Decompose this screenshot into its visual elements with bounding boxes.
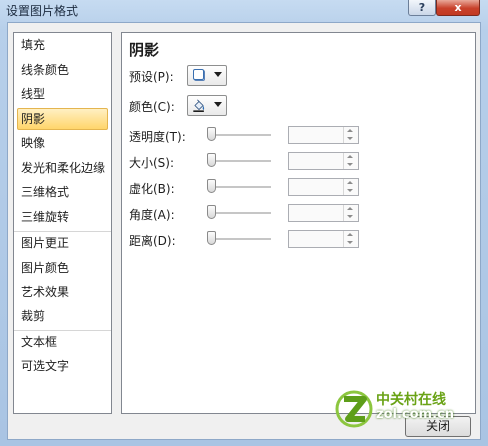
- transparency-slider[interactable]: [207, 127, 271, 143]
- slider-thumb[interactable]: [207, 127, 216, 141]
- color-label: 颜色(C):: [129, 100, 175, 114]
- title-close-button[interactable]: x: [436, 0, 480, 16]
- nav-item-crop[interactable]: 裁剪: [17, 305, 108, 327]
- size-slider[interactable]: [207, 153, 271, 169]
- nav-item-3d-rotation[interactable]: 三维旋转: [17, 206, 108, 228]
- dropdown-arrow-icon: [214, 102, 222, 107]
- spin-down-button[interactable]: [344, 161, 358, 169]
- slider-track: [207, 160, 271, 163]
- watermark-name: 中关村在线: [376, 392, 446, 408]
- arrow-up-icon: [347, 129, 353, 132]
- distance-label: 距离(D):: [129, 234, 176, 248]
- blur-slider[interactable]: [207, 179, 271, 195]
- color-dropdown[interactable]: [187, 95, 227, 116]
- distance-spinner[interactable]: [288, 230, 359, 248]
- help-icon: ?: [418, 1, 426, 14]
- slider-track: [207, 212, 271, 215]
- arrow-up-icon: [347, 207, 353, 210]
- slider-track: [207, 238, 271, 241]
- nav-item-text-box[interactable]: 文本框: [17, 331, 108, 353]
- dialog-title: 设置图片格式: [6, 4, 79, 18]
- spin-up-button[interactable]: [344, 179, 358, 187]
- slider-thumb[interactable]: [207, 179, 216, 193]
- spin-down-button[interactable]: [344, 187, 358, 195]
- arrow-down-icon: [347, 241, 353, 244]
- arrow-down-icon: [347, 163, 353, 166]
- panel-title: 阴影: [129, 41, 160, 59]
- arrow-down-icon: [347, 215, 353, 218]
- slider-thumb[interactable]: [207, 153, 216, 167]
- title-bar[interactable]: 设置图片格式 ? x: [0, 0, 488, 22]
- arrow-down-icon: [347, 137, 353, 140]
- shadow-settings-panel: 阴影 预设(P): 颜色(C): 透明度(T): 大小(S): 虚化(B): 角…: [121, 32, 476, 414]
- size-label: 大小(S):: [129, 156, 175, 170]
- angle-slider[interactable]: [207, 205, 271, 221]
- size-spinner[interactable]: [288, 152, 359, 170]
- blur-label: 虚化(B):: [129, 182, 175, 196]
- preset-dropdown[interactable]: [187, 65, 227, 86]
- spin-down-button[interactable]: [344, 239, 358, 247]
- transparency-label: 透明度(T):: [129, 130, 186, 144]
- spin-up-button[interactable]: [344, 205, 358, 213]
- distance-slider[interactable]: [207, 231, 271, 247]
- spin-up-button[interactable]: [344, 231, 358, 239]
- nav-item-picture-color[interactable]: 图片颜色: [17, 257, 108, 279]
- format-picture-dialog: 设置图片格式 ? x 填充 线条颜色 线型 阴影 映像 发光和柔化边缘 三维格式…: [0, 0, 488, 446]
- slider-thumb[interactable]: [207, 205, 216, 219]
- nav-item-fill[interactable]: 填充: [17, 34, 108, 56]
- close-icon: x: [454, 1, 462, 14]
- nav-item-line-style[interactable]: 线型: [17, 83, 108, 105]
- slider-track: [207, 186, 271, 189]
- watermark: 中关村在线 zol.com.cn: [330, 386, 454, 432]
- spin-down-button[interactable]: [344, 213, 358, 221]
- spin-down-button[interactable]: [344, 135, 358, 143]
- transparency-spinner[interactable]: [288, 126, 359, 144]
- arrow-down-icon: [347, 189, 353, 192]
- nav-item-glow-soft-edges[interactable]: 发光和柔化边缘: [17, 157, 108, 179]
- nav-item-picture-corrections[interactable]: 图片更正: [17, 232, 108, 254]
- nav-item-3d-format[interactable]: 三维格式: [17, 181, 108, 203]
- dialog-body: 填充 线条颜色 线型 阴影 映像 发光和柔化边缘 三维格式 三维旋转 图片更正 …: [7, 22, 481, 440]
- spin-up-button[interactable]: [344, 127, 358, 135]
- nav-item-artistic-effects[interactable]: 艺术效果: [17, 281, 108, 303]
- preset-label: 预设(P):: [129, 70, 174, 84]
- slider-track: [207, 134, 271, 137]
- nav-item-shadow[interactable]: 阴影: [17, 108, 108, 130]
- slider-thumb[interactable]: [207, 231, 216, 245]
- angle-label: 角度(A):: [129, 208, 175, 222]
- dropdown-arrow-icon: [214, 72, 222, 77]
- arrow-up-icon: [347, 181, 353, 184]
- watermark-domain: zol.com.cn: [376, 407, 454, 422]
- help-button[interactable]: ?: [408, 0, 436, 16]
- paint-bucket-icon: [193, 99, 205, 112]
- arrow-up-icon: [347, 155, 353, 158]
- arrow-up-icon: [347, 233, 353, 236]
- zol-logo-icon: [335, 390, 373, 428]
- shadow-preset-icon: [193, 69, 205, 81]
- nav-item-reflection[interactable]: 映像: [17, 132, 108, 154]
- nav-item-alt-text[interactable]: 可选文字: [17, 355, 108, 377]
- category-list: 填充 线条颜色 线型 阴影 映像 发光和柔化边缘 三维格式 三维旋转 图片更正 …: [13, 32, 112, 414]
- angle-spinner[interactable]: [288, 204, 359, 222]
- spin-up-button[interactable]: [344, 153, 358, 161]
- blur-spinner[interactable]: [288, 178, 359, 196]
- nav-item-line-color[interactable]: 线条颜色: [17, 59, 108, 81]
